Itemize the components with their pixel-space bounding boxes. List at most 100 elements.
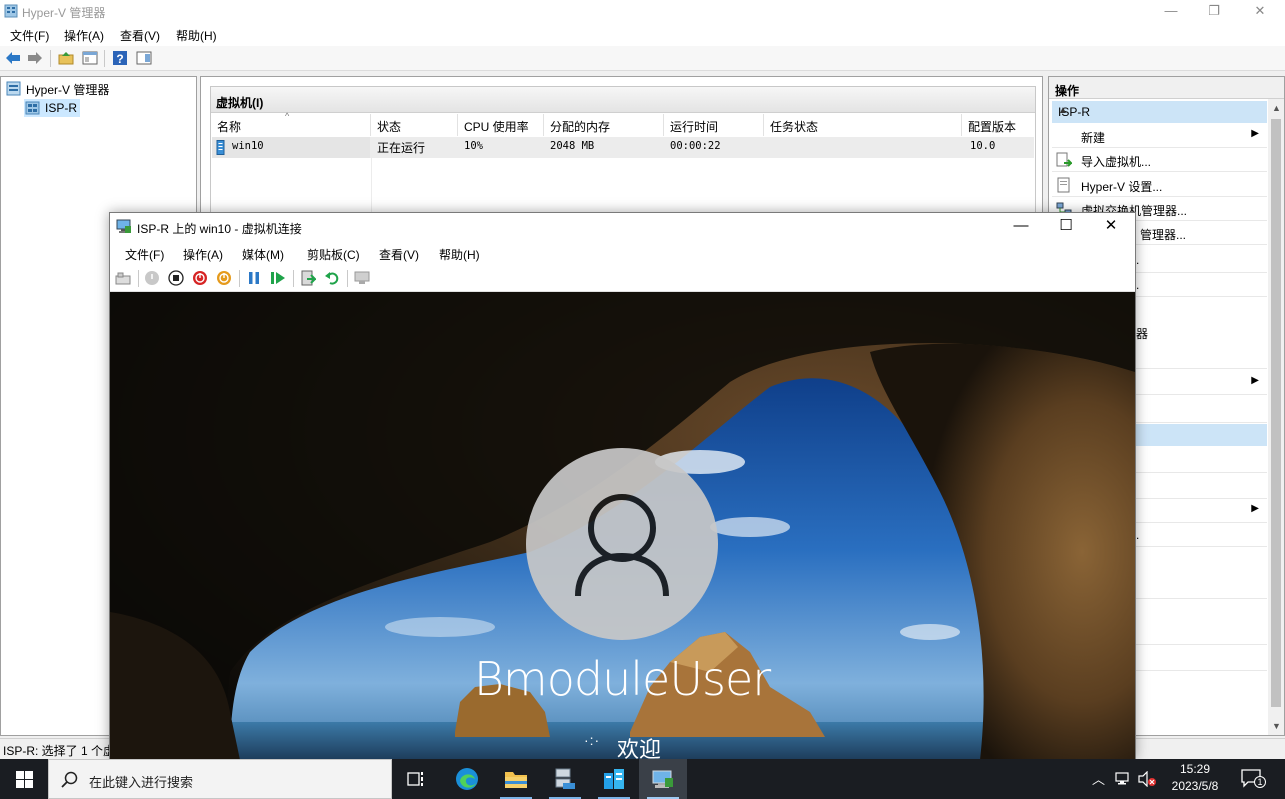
- taskbar-server-manager[interactable]: [541, 759, 589, 799]
- vm-connection-taskbar-icon: [652, 770, 673, 788]
- volume-muted-icon[interactable]: [1137, 771, 1157, 787]
- start-button[interactable]: [0, 759, 48, 799]
- vm-cpu: 10%: [464, 140, 483, 152]
- show-action-pane-icon[interactable]: [136, 50, 152, 66]
- windows-taskbar: 在此键入进行搜索 ︿ 15:29 2023/5/8 1: [0, 759, 1285, 799]
- start-icon[interactable]: [144, 270, 160, 286]
- action-import-vm[interactable]: 导入虚拟机...: [1052, 148, 1267, 172]
- windows-logo-icon: [16, 771, 33, 788]
- scroll-up-icon[interactable]: ▲: [1272, 103, 1281, 113]
- actions-header: 操作: [1049, 77, 1284, 99]
- shutdown-icon[interactable]: [192, 270, 208, 286]
- taskbar-edge[interactable]: [443, 759, 491, 799]
- file-explorer-icon: [505, 772, 527, 788]
- vm-toolbar: [110, 265, 1135, 292]
- main-window-title: Hyper-V 管理器: [22, 6, 106, 20]
- login-status: 欢迎: [617, 737, 662, 760]
- show-hidden-icons[interactable]: ︿: [1092, 769, 1105, 788]
- revert-icon[interactable]: [324, 270, 340, 286]
- login-username: BmoduleUser: [473, 652, 771, 706]
- vm-window-title: ISP-R 上的 win10 - 虚拟机连接: [137, 222, 302, 236]
- task-view-button[interactable]: [392, 759, 440, 799]
- vm-menu-view[interactable]: 查看(V): [379, 246, 419, 263]
- save-state-icon[interactable]: [216, 270, 232, 286]
- hyperv-manager-icon: [6, 81, 21, 96]
- vm-version: 10.0: [970, 140, 996, 152]
- user-avatar[interactable]: [526, 448, 718, 640]
- enhanced-session-icon[interactable]: [354, 270, 370, 286]
- main-menubar: 文件(F) 操作(A) 查看(V) 帮助(H): [0, 23, 1285, 46]
- column-task-status[interactable]: 任务状态: [764, 114, 962, 136]
- vm-menu-action[interactable]: 操作(A): [183, 246, 223, 263]
- vm-window-titlebar[interactable]: ISP-R 上的 win10 - 虚拟机连接 — ☐ ✕: [110, 213, 1135, 241]
- menu-view[interactable]: 查看(V): [120, 27, 160, 44]
- main-titlebar[interactable]: Hyper-V 管理器 — ❐ ✕: [0, 0, 1285, 23]
- vm-memory: 2048 MB: [550, 140, 595, 152]
- actions-scrollbar[interactable]: ▲ ▼: [1268, 99, 1284, 735]
- vm-close-button[interactable]: ✕: [1088, 215, 1134, 239]
- restore-button[interactable]: ❐: [1191, 0, 1237, 23]
- taskbar-file-explorer[interactable]: [492, 759, 540, 799]
- resume-icon[interactable]: [270, 270, 286, 286]
- taskbar-hyperv-manager[interactable]: [590, 759, 638, 799]
- column-memory[interactable]: 分配的内存: [544, 114, 664, 136]
- help-icon[interactable]: ?: [112, 50, 128, 66]
- vm-display-screen[interactable]: BmoduleUser ·:· 欢迎: [110, 292, 1135, 760]
- back-arrow-icon[interactable]: [5, 50, 21, 66]
- vm-panel-title: 虚拟机(I): [216, 96, 264, 110]
- column-cpu[interactable]: CPU 使用率: [458, 114, 544, 136]
- taskbar-vm-connection[interactable]: [639, 759, 687, 799]
- tree-label-root: Hyper-V 管理器: [26, 83, 110, 97]
- menu-file[interactable]: 文件(F): [10, 27, 49, 44]
- vm-menu-media[interactable]: 媒体(M): [242, 246, 284, 263]
- minimize-button[interactable]: —: [1148, 0, 1194, 23]
- taskbar-search-box[interactable]: 在此键入进行搜索: [48, 759, 392, 799]
- scrollbar-thumb[interactable]: [1271, 119, 1281, 707]
- loading-spinner-icon: ·:·: [584, 732, 601, 748]
- pause-icon[interactable]: [246, 270, 262, 286]
- vm-menu-file[interactable]: 文件(F): [125, 246, 164, 263]
- checkpoint-icon[interactable]: [300, 270, 316, 286]
- actions-group-isp-r[interactable]: ISP-R ▲: [1052, 101, 1267, 123]
- menu-help[interactable]: 帮助(H): [176, 27, 217, 44]
- up-folder-icon[interactable]: [58, 50, 74, 66]
- vm-minimize-button[interactable]: —: [998, 215, 1044, 239]
- import-icon: [1056, 152, 1072, 167]
- column-state[interactable]: 状态: [371, 114, 458, 136]
- vm-maximize-button[interactable]: ☐: [1043, 215, 1089, 239]
- sort-ascending-icon: ^: [285, 111, 290, 121]
- clock-time: 15:29: [1179, 762, 1211, 776]
- vm-running-icon: [216, 140, 225, 155]
- server-icon: [25, 101, 40, 115]
- user-silhouette-icon: [575, 494, 669, 597]
- vm-state: 正在运行: [377, 141, 426, 155]
- vm-connect-icon: [116, 219, 131, 233]
- search-placeholder: 在此键入进行搜索: [89, 775, 194, 790]
- ctrl-alt-del-icon[interactable]: [115, 270, 131, 286]
- submenu-arrow-icon: ▶: [1251, 128, 1259, 139]
- vm-menu-clipboard[interactable]: 剪贴板(C): [307, 246, 360, 263]
- vm-menu-help[interactable]: 帮助(H): [439, 246, 480, 263]
- vm-row-win10[interactable]: [212, 137, 1034, 158]
- column-uptime[interactable]: 运行时间: [664, 114, 764, 136]
- action-new[interactable]: 新建 ▶: [1052, 124, 1267, 148]
- network-icon[interactable]: [1114, 771, 1132, 787]
- column-name[interactable]: 名称 ^: [211, 111, 371, 136]
- action-hyperv-settings[interactable]: Hyper-V 设置...: [1052, 173, 1267, 197]
- column-config-version[interactable]: 配置版本: [962, 114, 1035, 136]
- show-hide-console-tree-icon[interactable]: [82, 50, 98, 66]
- collapse-icon[interactable]: ▲: [1058, 105, 1259, 116]
- forward-arrow-icon[interactable]: [27, 50, 43, 66]
- vm-panel-header: 虚拟机(I): [211, 87, 1035, 113]
- tree-node-isp-r[interactable]: ISP-R: [24, 99, 80, 117]
- vm-connection-window: ISP-R 上的 win10 - 虚拟机连接 — ☐ ✕ 文件(F) 操作(A)…: [109, 212, 1136, 760]
- turn-off-icon[interactable]: [168, 270, 184, 286]
- menu-action[interactable]: 操作(A): [64, 27, 104, 44]
- scroll-down-icon[interactable]: ▼: [1272, 721, 1281, 731]
- system-clock[interactable]: 15:29 2023/5/8: [1160, 761, 1230, 795]
- close-button[interactable]: ✕: [1237, 0, 1283, 23]
- svg-text:?: ?: [116, 52, 123, 66]
- vm-uptime: 00:00:22: [670, 140, 721, 152]
- notification-center-button[interactable]: 1: [1240, 768, 1266, 790]
- edge-browser-icon: [456, 768, 478, 790]
